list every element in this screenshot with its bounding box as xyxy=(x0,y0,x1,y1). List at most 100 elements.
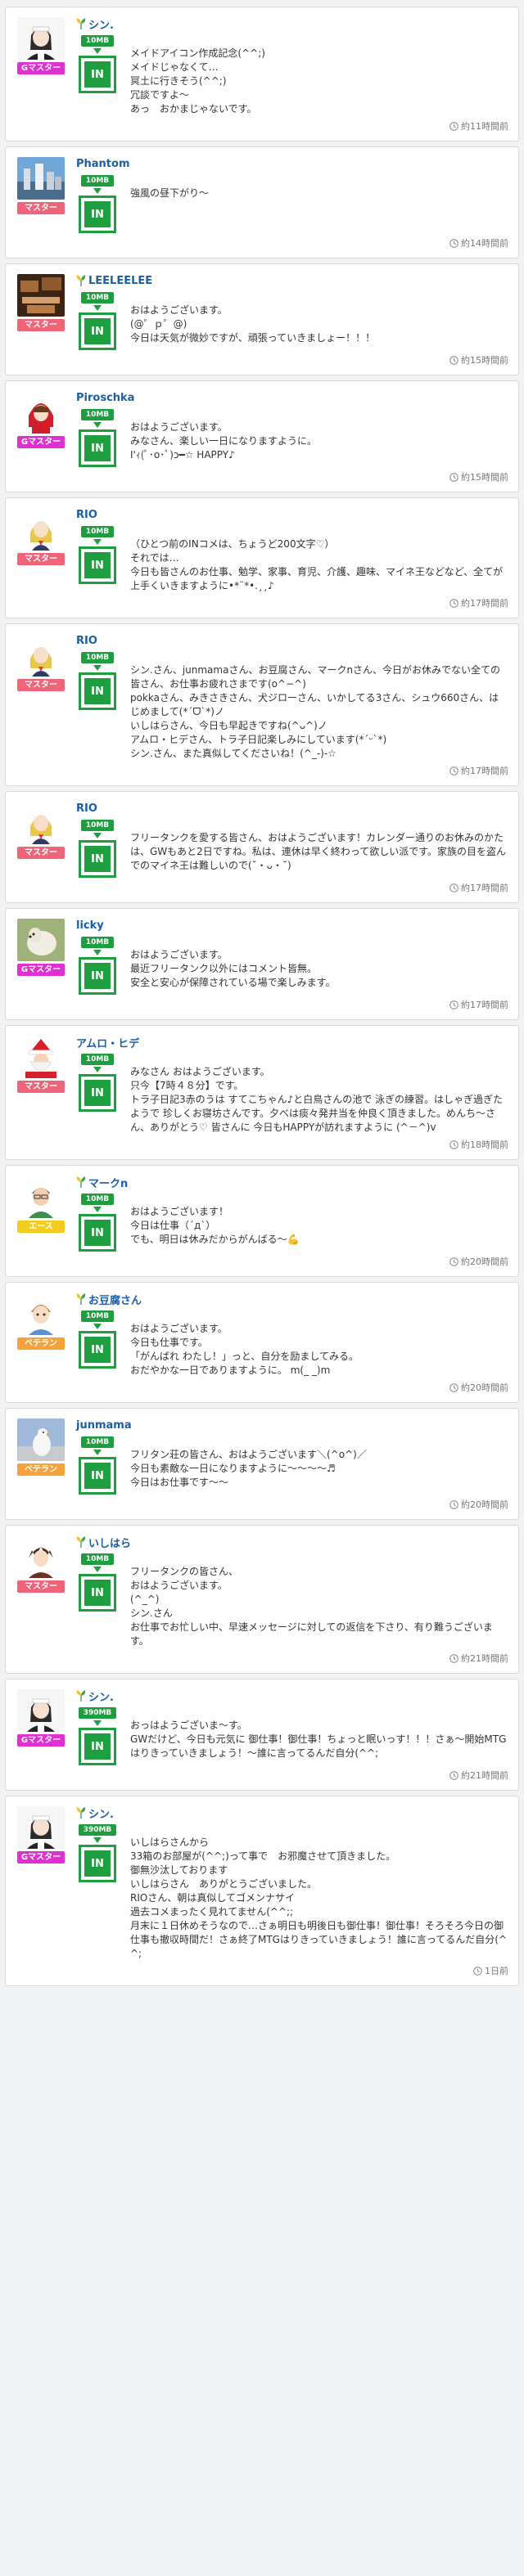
timestamp-label: 約17時間前 xyxy=(461,766,508,776)
down-arrow-icon xyxy=(93,305,102,311)
author-name-link[interactable]: RIO xyxy=(76,635,97,647)
down-arrow-icon xyxy=(93,1450,102,1455)
author-name-link[interactable]: LEELEELEE xyxy=(88,275,152,287)
author-name-link[interactable]: お豆腐さん xyxy=(88,1292,142,1307)
down-arrow-icon xyxy=(93,665,102,671)
post-card: マスター RIO 10MB IN フリータンクを愛する皆さん、おはようございます… xyxy=(5,791,519,903)
avatar[interactable] xyxy=(17,1535,65,1578)
post-author-column: マスター xyxy=(16,1036,66,1151)
checkin-stamp: 10MB IN xyxy=(76,1194,119,1252)
data-amount-badge: 10MB xyxy=(80,35,115,47)
checkin-stamp: 10MB IN xyxy=(76,175,119,233)
post-body: 10MB IN おはようございます。 (@゜ｐ゜@) 今日は天気が微妙ですが、頑… xyxy=(76,292,508,350)
post-timestamp: 約11時間前 xyxy=(76,119,508,133)
author-row: Piroschka xyxy=(76,391,508,404)
post-body: 10MB IN （ひとつ前のINコメは、ちょうど200文字♡） それでは… 今日… xyxy=(76,526,508,593)
avatar[interactable] xyxy=(17,157,65,200)
checkin-stamp: 10MB IN xyxy=(76,1436,119,1495)
author-row: マークn xyxy=(76,1175,508,1190)
avatar[interactable] xyxy=(17,274,65,317)
post-body: 10MB IN シン.さん、junmamaさん、お豆腐さん、マークnさん、今日が… xyxy=(76,652,508,761)
rank-badge: Gマスター xyxy=(17,964,65,976)
post-author-column: マスター xyxy=(16,802,66,894)
author-row: シン. xyxy=(76,16,508,32)
post-timestamp: 約20時間前 xyxy=(76,1381,508,1394)
clock-icon xyxy=(449,1499,458,1509)
down-arrow-icon xyxy=(93,422,102,428)
rank-badge: マスター xyxy=(17,1580,65,1593)
clock-icon xyxy=(449,598,458,608)
post-body: 10MB IN フリータンクの皆さん、 おはようございます。 (^_^) シン.… xyxy=(76,1553,508,1648)
checkin-in-icon: IN xyxy=(79,1574,116,1612)
author-name-link[interactable]: シン. xyxy=(88,16,114,32)
checkin-stamp: 10MB IN xyxy=(76,292,119,350)
author-name-link[interactable]: マークn xyxy=(88,1175,128,1190)
post-message: おはようございます。 今日も仕事です。 「がんばれ わたし！」っと、自分を励まし… xyxy=(130,1323,359,1376)
author-row: アムロ・ヒデ xyxy=(76,1035,508,1050)
avatar[interactable] xyxy=(17,1689,65,1732)
post-card: マスター Phantom 10MB IN 強風の昼下がり〜 約14時間前 xyxy=(5,146,519,258)
beginner-leaf-icon xyxy=(76,1690,86,1702)
author-name-link[interactable]: アムロ・ヒデ xyxy=(76,1035,139,1050)
avatar[interactable] xyxy=(17,1036,65,1078)
post-body: 10MB IN おはようございます。 最近フリータンク以外にはコメント皆無。 安… xyxy=(76,937,508,995)
author-row: LEELEELEE xyxy=(76,274,508,287)
checkin-in-icon: IN xyxy=(79,1728,116,1765)
data-amount-badge: 10MB xyxy=(80,1310,115,1322)
author-name-link[interactable]: junmama xyxy=(76,1419,132,1432)
post-message: みなさん おはようございます。 只今【7時４８分】です。 トラ子日記3赤のうは … xyxy=(130,1066,504,1133)
author-name-link[interactable]: Phantom xyxy=(76,158,130,170)
timestamp-label: 約14時間前 xyxy=(461,238,508,249)
post-card: Gマスター シン. 10MB IN メイドアイコン作成記念(^^;) メイドじゃ… xyxy=(5,7,519,142)
author-name-link[interactable]: シン. xyxy=(88,1688,114,1704)
checkin-in-icon: IN xyxy=(79,312,116,350)
post-main: licky 10MB IN おはようございます。 最近フリータンク以外にはコメン… xyxy=(66,919,508,1011)
avatar[interactable] xyxy=(17,634,65,677)
timeline-feed: Gマスター シン. 10MB IN メイドアイコン作成記念(^^;) メイドじゃ… xyxy=(0,0,524,1991)
avatar[interactable] xyxy=(17,508,65,551)
author-name-link[interactable]: licky xyxy=(76,919,104,932)
down-arrow-icon xyxy=(93,1837,102,1843)
checkin-in-icon: IN xyxy=(79,1074,116,1112)
post-author-column: Gマスター xyxy=(16,1806,66,1977)
author-name-link[interactable]: RIO xyxy=(76,509,97,521)
avatar[interactable] xyxy=(17,391,65,434)
rank-badge: Gマスター xyxy=(17,1734,65,1747)
post-card: Gマスター Piroschka 10MB IN おはようございます。 みなさん、… xyxy=(5,380,519,492)
author-name-link[interactable]: いしはら xyxy=(88,1535,131,1550)
author-name-link[interactable]: Piroschka xyxy=(76,392,134,404)
author-name-link[interactable]: RIO xyxy=(76,802,97,815)
post-timestamp: 約15時間前 xyxy=(76,470,508,483)
avatar[interactable] xyxy=(17,1418,65,1461)
timestamp-label: 約20時間前 xyxy=(461,1257,508,1267)
avatar[interactable] xyxy=(17,919,65,961)
rank-badge: Gマスター xyxy=(17,436,65,448)
post-message: おはようございます。 最近フリータンク以外にはコメント皆無。 安全と安心が保障さ… xyxy=(130,949,336,988)
clock-icon xyxy=(473,1966,482,1976)
clock-icon xyxy=(449,1382,458,1392)
avatar[interactable] xyxy=(17,802,65,844)
avatar[interactable] xyxy=(17,17,65,60)
rank-badge: エース xyxy=(17,1221,65,1233)
data-amount-badge: 10MB xyxy=(80,1436,115,1448)
post-card: マスター アムロ・ヒデ 10MB IN みなさん おはようございます。 只今【7… xyxy=(5,1025,519,1160)
post-main: シン. 390MB IN おっはようございま〜す。 GWだけど、今日も元気に 御… xyxy=(66,1689,508,1782)
post-timestamp: 約21時間前 xyxy=(76,1652,508,1665)
rank-badge: マスター xyxy=(17,202,65,214)
clock-icon xyxy=(449,121,458,131)
timestamp-label: 約21時間前 xyxy=(461,1653,508,1664)
post-card: Gマスター シン. 390MB IN おっはようございま〜す。 GWだけど、今日… xyxy=(5,1679,519,1791)
author-row: licky xyxy=(76,919,508,932)
avatar[interactable] xyxy=(17,1292,65,1335)
post-card: エース マークn 10MB IN おはようございます！ 今日は仕事（´д`） で… xyxy=(5,1165,519,1277)
timestamp-label: 約20時間前 xyxy=(461,1382,508,1393)
avatar[interactable] xyxy=(17,1806,65,1849)
timestamp-label: 1日前 xyxy=(485,1966,508,1976)
data-amount-badge: 10MB xyxy=(80,1054,115,1065)
post-timestamp: 約17時間前 xyxy=(76,881,508,894)
post-timestamp: 約20時間前 xyxy=(76,1498,508,1511)
author-name-link[interactable]: シン. xyxy=(88,1805,114,1821)
avatar[interactable] xyxy=(17,1176,65,1218)
beginner-leaf-icon xyxy=(76,1807,86,1818)
checkin-in-icon: IN xyxy=(79,1457,116,1495)
